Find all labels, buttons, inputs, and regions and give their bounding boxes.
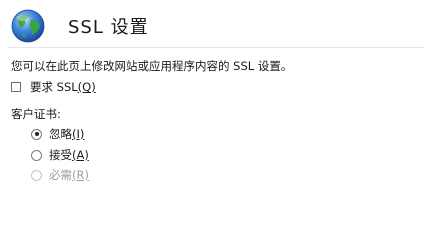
radio-require-label: 必需: [49, 168, 72, 182]
radio-accept-label: 接受: [49, 148, 72, 162]
header-divider: [8, 47, 424, 48]
radio-require-button[interactable]: [31, 169, 42, 181]
radio-ignore-hotkey: (I): [72, 127, 85, 141]
radio-option-accept[interactable]: 接受 (A): [31, 147, 89, 163]
client-certificates-label: 客户证书:: [11, 107, 61, 121]
page-header: SSL 设置: [10, 6, 149, 46]
page-title: SSL 设置: [68, 17, 149, 38]
require-ssl-checkbox-box[interactable]: [11, 82, 21, 92]
radio-ignore-button[interactable]: [31, 128, 42, 140]
globe-icon: [11, 9, 45, 43]
radio-accept-hotkey: (A): [72, 148, 89, 162]
radio-ignore-label: 忽略: [49, 127, 72, 141]
radio-accept-button[interactable]: [31, 149, 42, 161]
radio-require-hotkey: (R): [72, 168, 89, 182]
page-description: 您可以在此页上修改网站或应用程序内容的 SSL 设置。: [11, 59, 293, 73]
require-ssl-label: 要求 SSL: [30, 80, 78, 94]
radio-option-require[interactable]: 必需 (R): [31, 167, 89, 183]
require-ssl-hotkey: (Q): [77, 80, 96, 94]
require-ssl-checkbox[interactable]: 要求 SSL (Q): [11, 79, 96, 95]
radio-option-ignore[interactable]: 忽略 (I): [31, 126, 84, 142]
